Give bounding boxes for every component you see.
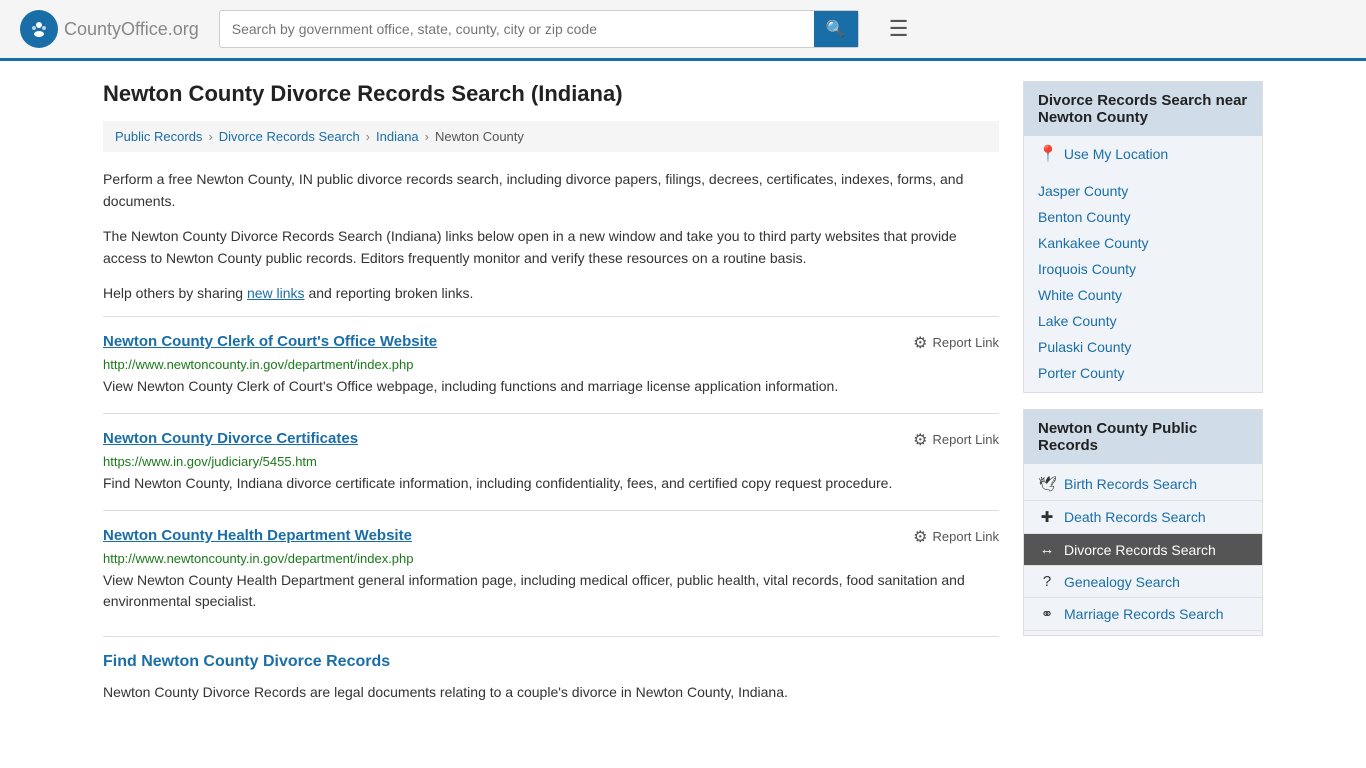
jasper-county-link[interactable]: Jasper County [1038, 183, 1128, 199]
report-label-3: Report Link [933, 529, 999, 544]
header: CountyOffice.org 🔍 ☰ [0, 0, 1366, 61]
marriage-records-link[interactable]: Marriage Records Search [1064, 606, 1224, 622]
logo-icon [20, 10, 58, 48]
pulaski-county-link[interactable]: Pulaski County [1038, 339, 1131, 355]
marriage-icon: ⚭ [1038, 605, 1056, 623]
porter-county-link[interactable]: Porter County [1038, 365, 1124, 381]
report-icon-3: ⚙ [913, 527, 927, 547]
desc3-post: and reporting broken links. [305, 285, 474, 301]
nearby-county-white[interactable]: White County [1024, 282, 1262, 308]
result-desc-2: Find Newton County, Indiana divorce cert… [103, 473, 999, 494]
public-records-divorce[interactable]: ↔ Divorce Records Search [1024, 534, 1262, 566]
result-desc-3: View Newton County Health Department gen… [103, 570, 999, 612]
breadcrumb-divorce-records[interactable]: Divorce Records Search [219, 129, 360, 144]
genealogy-icon: ? [1038, 573, 1056, 590]
nearby-counties-list: Jasper County Benton County Kankakee Cou… [1024, 172, 1262, 392]
result-title-1[interactable]: Newton County Clerk of Court's Office We… [103, 333, 437, 350]
lake-county-link[interactable]: Lake County [1038, 313, 1117, 329]
description-2: The Newton County Divorce Records Search… [103, 225, 999, 270]
description-3: Help others by sharing new links and rep… [103, 282, 999, 304]
benton-county-link[interactable]: Benton County [1038, 209, 1131, 225]
result-title-2[interactable]: Newton County Divorce Certificates [103, 430, 358, 447]
desc3-pre: Help others by sharing [103, 285, 247, 301]
logo-text: CountyOffice.org [64, 19, 199, 40]
result-item-3: Newton County Health Department Website … [103, 510, 999, 628]
breadcrumb-public-records[interactable]: Public Records [115, 129, 202, 144]
divorce-icon: ↔ [1038, 541, 1056, 558]
kankakee-county-link[interactable]: Kankakee County [1038, 235, 1149, 251]
result-url-1[interactable]: http://www.newtoncounty.in.gov/departmen… [103, 357, 999, 372]
breadcrumb-sep-1: › [208, 129, 212, 144]
result-item-2: Newton County Divorce Certificates ⚙ Rep… [103, 413, 999, 510]
death-icon: ✚ [1038, 508, 1056, 526]
nearby-county-iroquois[interactable]: Iroquois County [1024, 256, 1262, 282]
nearby-county-benton[interactable]: Benton County [1024, 204, 1262, 230]
find-section-title: Find Newton County Divorce Records [103, 636, 999, 671]
main-container: Newton County Divorce Records Search (In… [83, 61, 1283, 723]
nearby-section-title: Divorce Records Search near Newton Count… [1024, 82, 1262, 136]
report-icon-1: ⚙ [913, 333, 927, 353]
breadcrumb-sep-3: › [425, 129, 429, 144]
page-title: Newton County Divorce Records Search (In… [103, 81, 999, 107]
white-county-link[interactable]: White County [1038, 287, 1122, 303]
location-pin-icon: 📍 [1038, 144, 1058, 164]
nearby-county-lake[interactable]: Lake County [1024, 308, 1262, 334]
breadcrumb-sep-2: › [366, 129, 370, 144]
public-records-section: Newton County Public Records 🕊 Birth Rec… [1023, 409, 1263, 636]
public-records-section-title: Newton County Public Records [1024, 410, 1262, 464]
breadcrumb-indiana[interactable]: Indiana [376, 129, 419, 144]
nearby-county-kankakee[interactable]: Kankakee County [1024, 230, 1262, 256]
result-title-3[interactable]: Newton County Health Department Website [103, 527, 412, 544]
report-link-3[interactable]: ⚙ Report Link [913, 527, 999, 547]
divorce-records-link[interactable]: Divorce Records Search [1064, 542, 1216, 558]
description-1: Perform a free Newton County, IN public … [103, 168, 999, 213]
nearby-county-porter[interactable]: Porter County [1024, 360, 1262, 386]
find-section: Find Newton County Divorce Records Newto… [103, 636, 999, 703]
report-link-1[interactable]: ⚙ Report Link [913, 333, 999, 353]
birth-icon: 🕊 [1038, 475, 1056, 493]
nearby-county-pulaski[interactable]: Pulaski County [1024, 334, 1262, 360]
birth-records-link[interactable]: Birth Records Search [1064, 476, 1197, 492]
report-label-2: Report Link [933, 432, 999, 447]
report-link-2[interactable]: ⚙ Report Link [913, 430, 999, 450]
breadcrumb: Public Records › Divorce Records Search … [103, 121, 999, 152]
result-item-1: Newton County Clerk of Court's Office We… [103, 316, 999, 413]
search-input[interactable] [220, 13, 814, 45]
nearby-section: Divorce Records Search near Newton Count… [1023, 81, 1263, 393]
public-records-death[interactable]: ✚ Death Records Search [1024, 501, 1262, 534]
public-records-list: 🕊 Birth Records Search ✚ Death Records S… [1024, 464, 1262, 635]
new-links-link[interactable]: new links [247, 285, 305, 301]
public-records-marriage[interactable]: ⚭ Marriage Records Search [1024, 598, 1262, 631]
use-my-location-link[interactable]: Use My Location [1064, 146, 1168, 162]
nearby-county-jasper[interactable]: Jasper County [1024, 178, 1262, 204]
menu-icon[interactable]: ☰ [889, 16, 909, 42]
breadcrumb-current: Newton County [435, 129, 524, 144]
find-section-para: Newton County Divorce Records are legal … [103, 681, 999, 703]
result-desc-1: View Newton County Clerk of Court's Offi… [103, 376, 999, 397]
results-list: Newton County Clerk of Court's Office We… [103, 316, 999, 628]
report-icon-2: ⚙ [913, 430, 927, 450]
death-records-link[interactable]: Death Records Search [1064, 509, 1206, 525]
search-icon: 🔍 [826, 21, 846, 38]
search-button[interactable]: 🔍 [814, 11, 858, 47]
use-location[interactable]: 📍 Use My Location [1024, 136, 1262, 172]
public-records-genealogy[interactable]: ? Genealogy Search [1024, 566, 1262, 598]
public-records-birth[interactable]: 🕊 Birth Records Search [1024, 468, 1262, 501]
genealogy-link[interactable]: Genealogy Search [1064, 574, 1180, 590]
iroquois-county-link[interactable]: Iroquois County [1038, 261, 1136, 277]
sidebar: Divorce Records Search near Newton Count… [1023, 81, 1263, 703]
report-label-1: Report Link [933, 335, 999, 350]
result-url-3[interactable]: http://www.newtoncounty.in.gov/departmen… [103, 551, 999, 566]
search-bar: 🔍 [219, 10, 859, 48]
logo[interactable]: CountyOffice.org [20, 10, 199, 48]
content-area: Newton County Divorce Records Search (In… [103, 81, 999, 703]
result-url-2[interactable]: https://www.in.gov/judiciary/5455.htm [103, 454, 999, 469]
